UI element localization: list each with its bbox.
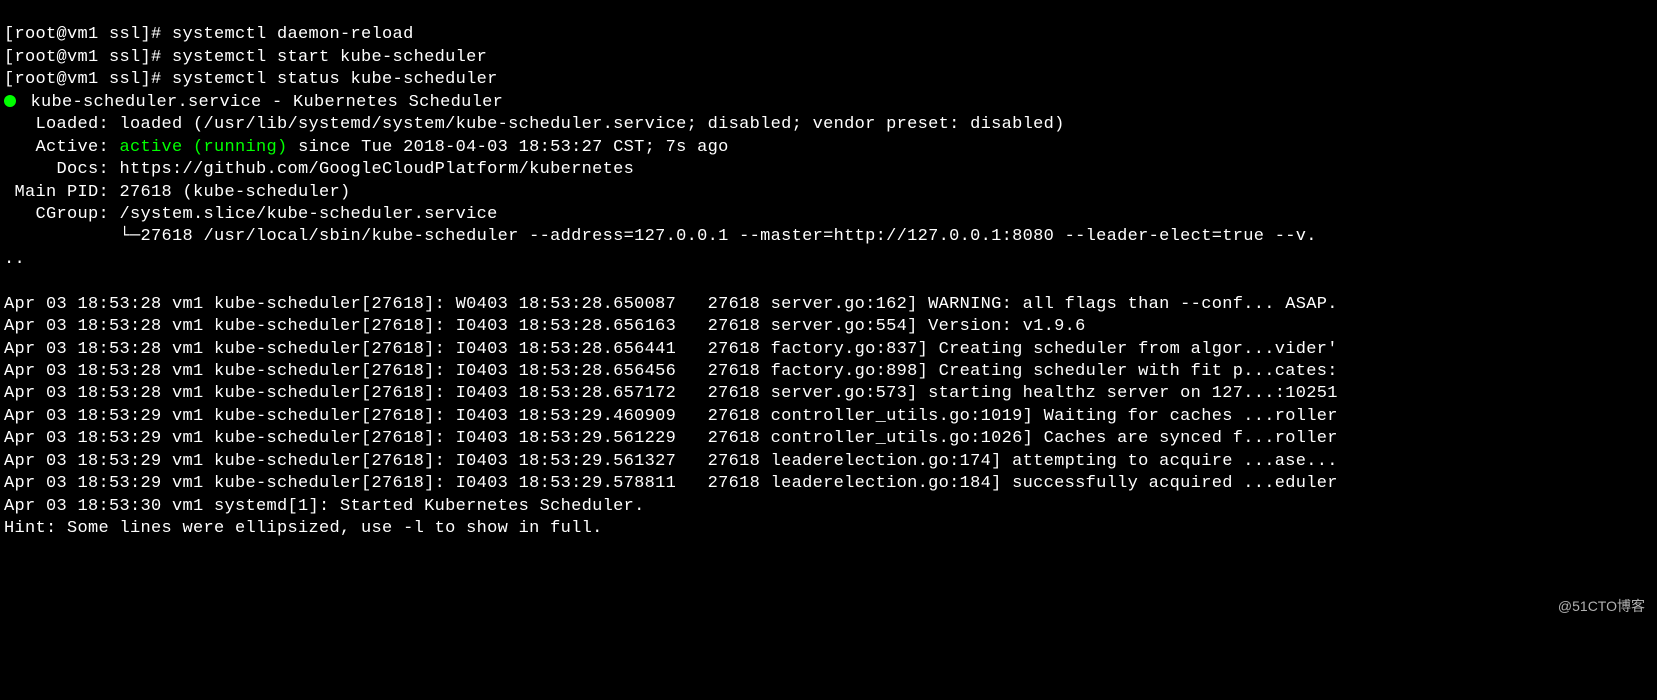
log-line-5: Apr 03 18:53:28 vm1 kube-scheduler[27618…	[4, 384, 1338, 403]
log-line-6: Apr 03 18:53:29 vm1 kube-scheduler[27618…	[4, 407, 1338, 426]
log-line-7: Apr 03 18:53:29 vm1 kube-scheduler[27618…	[4, 429, 1338, 448]
loaded-line: Loaded: loaded (/usr/lib/systemd/system/…	[4, 115, 1065, 134]
log-line-2: Apr 03 18:53:28 vm1 kube-scheduler[27618…	[4, 317, 1086, 336]
active-label: Active:	[4, 138, 120, 157]
service-name-line: kube-scheduler.service - Kubernetes Sche…	[31, 93, 504, 112]
hint-line: Hint: Some lines were ellipsized, use -l…	[4, 519, 603, 538]
cgroup-child-line: └─27618 /usr/local/sbin/kube-scheduler -…	[4, 227, 1317, 246]
active-state: active (running)	[120, 138, 288, 157]
main-pid-line: Main PID: 27618 (kube-scheduler)	[4, 183, 351, 202]
status-dot-icon	[4, 95, 16, 107]
log-line-10: Apr 03 18:53:30 vm1 systemd[1]: Started …	[4, 497, 645, 516]
log-line-3: Apr 03 18:53:28 vm1 kube-scheduler[27618…	[4, 340, 1338, 359]
cgroup-line: CGroup: /system.slice/kube-scheduler.ser…	[4, 205, 498, 224]
prompt-line-3: [root@vm1 ssl]# systemctl status kube-sc…	[4, 70, 498, 89]
prompt-line-2: [root@vm1 ssl]# systemctl start kube-sch…	[4, 48, 487, 67]
active-since: since Tue 2018-04-03 18:53:27 CST; 7s ag…	[288, 138, 729, 157]
continuation-dots: ..	[4, 250, 25, 269]
prompt-line-1: [root@vm1 ssl]# systemctl daemon-reload	[4, 25, 414, 44]
terminal-output[interactable]: [root@vm1 ssl]# systemctl daemon-reload …	[4, 24, 1653, 540]
docs-line: Docs: https://github.com/GoogleCloudPlat…	[4, 160, 634, 179]
log-line-4: Apr 03 18:53:28 vm1 kube-scheduler[27618…	[4, 362, 1338, 381]
log-line-8: Apr 03 18:53:29 vm1 kube-scheduler[27618…	[4, 452, 1338, 471]
log-line-1: Apr 03 18:53:28 vm1 kube-scheduler[27618…	[4, 295, 1338, 314]
log-line-9: Apr 03 18:53:29 vm1 kube-scheduler[27618…	[4, 474, 1338, 493]
watermark: @51CTO博客	[1558, 597, 1645, 615]
